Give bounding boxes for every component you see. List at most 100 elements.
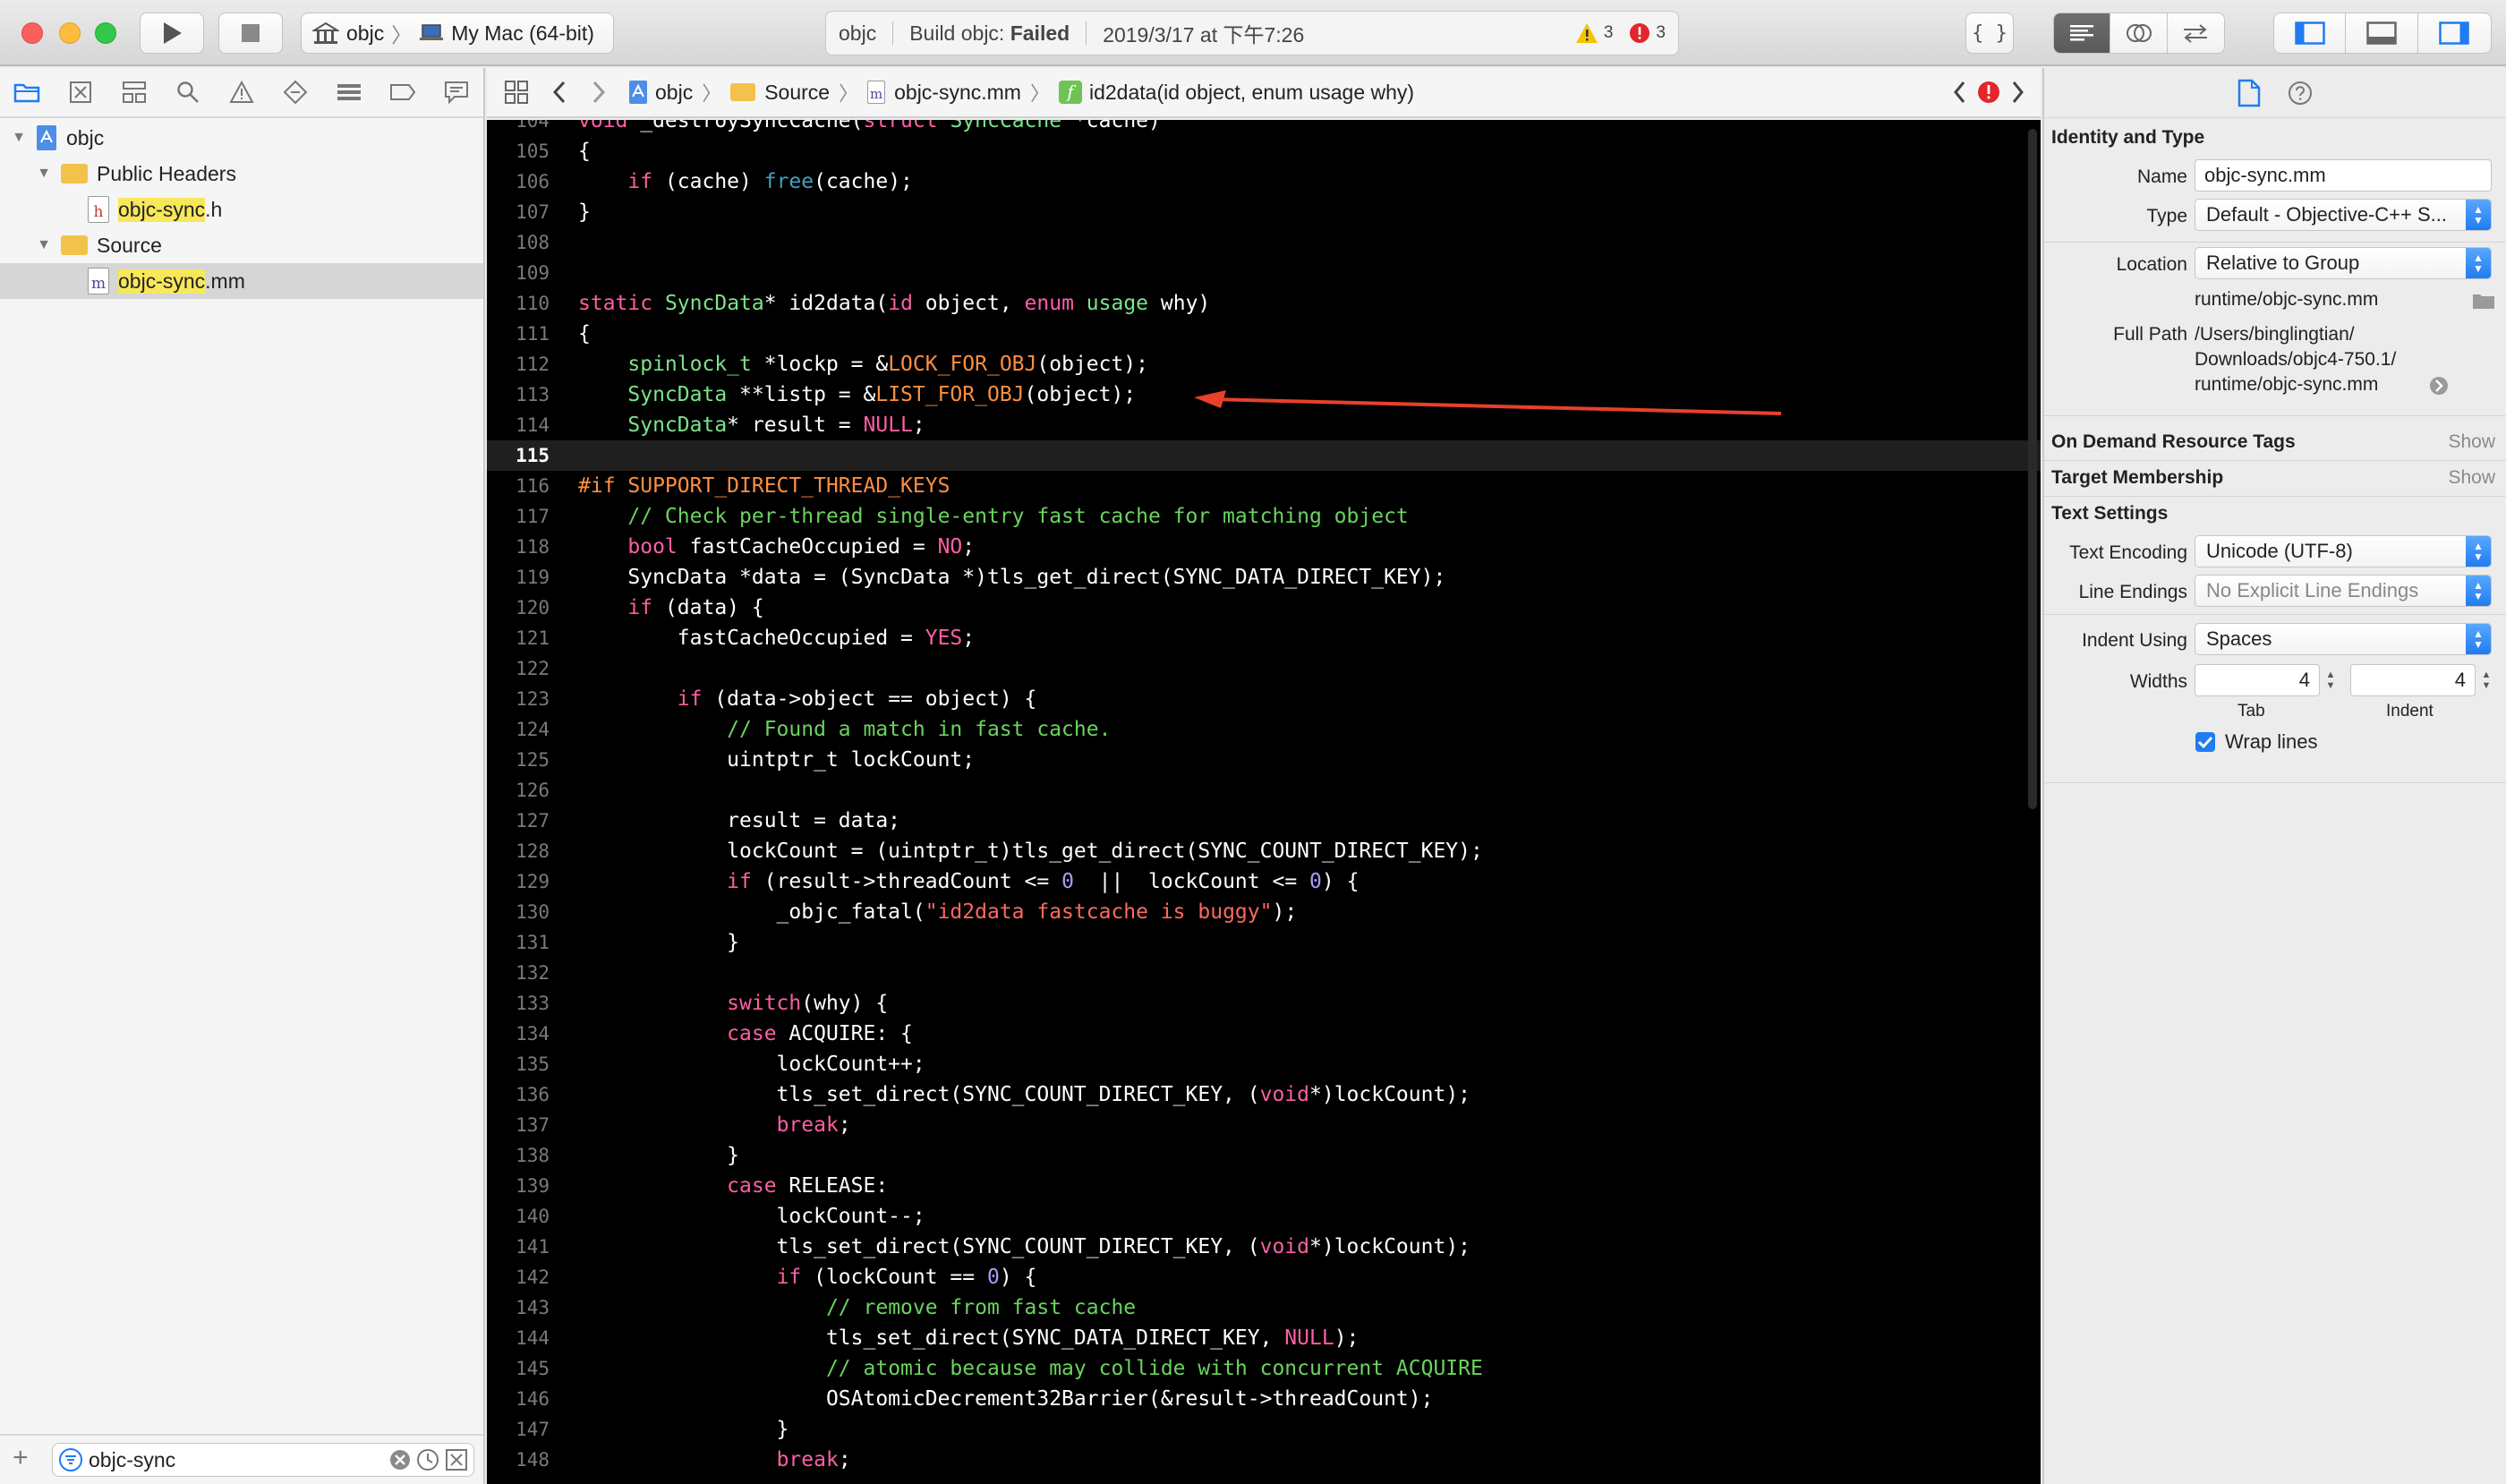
odr-show-button[interactable]: Show [2448,431,2495,453]
code-line[interactable]: 127 result = data; [487,806,2041,836]
code-line[interactable]: 140 lockCount--; [487,1201,2041,1232]
issue-navigator-tab[interactable] [215,67,268,117]
source-control-filter-icon[interactable] [445,1448,468,1471]
code-line[interactable]: 116 #if SUPPORT_DIRECT_THREAD_KEYS [487,471,2041,501]
indent-width-stepper[interactable]: ▲ ▼ [2479,665,2493,695]
code-line[interactable]: 109 [487,258,2041,288]
next-issue-icon[interactable] [2008,80,2026,105]
code-line[interactable]: 124 // Found a match in fast cache. [487,714,2041,745]
related-items-icon[interactable] [503,79,530,106]
editor-scrollbar[interactable] [2028,129,2037,809]
code-line[interactable]: 139 case RELEASE: [487,1171,2041,1201]
name-field[interactable]: objc-sync.mm [2195,159,2492,192]
error-indicator[interactable]: 3 [1629,22,1666,44]
indent-using-popup[interactable]: Spaces ▲ ▼ [2195,623,2492,655]
breadcrumb-group[interactable]: Source [730,81,830,105]
code-line[interactable]: 104 void _destroySyncCache(struct SyncCac… [487,120,2041,136]
tab-width-stepper[interactable]: ▲ ▼ [2323,665,2338,695]
disclosure-open-icon[interactable]: ▼ [34,237,54,253]
disclosure-open-icon[interactable]: ▼ [9,130,29,146]
location-popup[interactable]: Relative to Group ▲ ▼ [2195,247,2492,279]
filter-input[interactable]: objc-sync [52,1443,474,1477]
code-line[interactable]: 111 { [487,319,2041,349]
target-membership-show-button[interactable]: Show [2448,467,2495,489]
file-inspector-icon[interactable] [2238,79,2261,107]
code-line[interactable]: 129 if (result->threadCount <= 0 || lock… [487,866,2041,897]
encoding-popup[interactable]: Unicode (UTF-8) ▲ ▼ [2195,535,2492,567]
clear-filter-icon[interactable] [389,1449,411,1471]
disclosure-open-icon[interactable]: ▼ [34,166,54,182]
code-line[interactable]: 122 [487,653,2041,684]
tree-item-project[interactable]: ▼ objc [0,120,483,156]
wrap-lines-checkbox[interactable]: Wrap lines [2195,730,2318,754]
breadcrumb-project[interactable]: objc [628,80,693,105]
code-line[interactable]: 134 case ACQUIRE: { [487,1019,2041,1049]
breakpoint-navigator-tab[interactable] [376,67,430,117]
stop-button[interactable] [218,13,283,54]
help-icon[interactable] [2288,81,2313,106]
code-line[interactable]: 137 break; [487,1110,2041,1140]
code-line[interactable]: 128 lockCount = (uintptr_t)tls_get_direc… [487,836,2041,866]
scheme-selector[interactable]: objc 〉 My Mac (64-bit) [301,13,614,54]
code-line[interactable]: 135 lockCount++; [487,1049,2041,1079]
tree-item-group[interactable]: ▼ Public Headers [0,156,483,192]
code-line[interactable]: 110 static SyncData* id2data(id object, e… [487,288,2041,319]
tree-item-file-selected[interactable]: m objc-sync .mm [0,263,483,299]
forward-icon[interactable] [587,80,609,105]
code-line[interactable]: 143 // remove from fast cache [487,1292,2041,1323]
code-line[interactable]: 136 tls_set_direct(SYNC_COUNT_DIRECT_KEY… [487,1079,2041,1110]
tree-item-file[interactable]: h objc-sync .h [0,192,483,227]
code-line[interactable]: 141 tls_set_direct(SYNC_COUNT_DIRECT_KEY… [487,1232,2041,1262]
zoom-window-button[interactable] [95,22,116,44]
code-line[interactable]: 131 } [487,927,2041,958]
code-line[interactable]: 126 [487,775,2041,806]
breadcrumb-symbol[interactable]: f id2data(id object, enum usage why) [1058,81,1414,105]
code-line[interactable]: 112 spinlock_t *lockp = &LOCK_FOR_OBJ(ob… [487,349,2041,380]
code-line-current[interactable]: 115 [487,440,2041,471]
code-line[interactable]: 130 _objc_fatal("id2data fastcache is bu… [487,897,2041,927]
toggle-navigator-button[interactable] [2274,13,2347,53]
toggle-debug-area-button[interactable] [2346,13,2418,53]
assistant-editor-button[interactable] [2110,13,2168,53]
recent-files-icon[interactable] [416,1448,439,1471]
code-line[interactable]: 132 [487,958,2041,988]
tree-item-group[interactable]: ▼ Source [0,227,483,263]
code-line[interactable]: 133 switch(why) { [487,988,2041,1019]
choose-folder-icon[interactable] [2472,292,2495,310]
code-line[interactable]: 108 [487,227,2041,258]
breadcrumb-file[interactable]: m objc-sync.mm [867,81,1021,105]
source-control-navigator-tab[interactable] [54,67,107,117]
close-window-button[interactable] [21,22,43,44]
version-editor-button[interactable] [2168,13,2224,53]
toggle-inspector-button[interactable] [2418,13,2491,53]
code-line[interactable]: 123 if (data->object == object) { [487,684,2041,714]
type-popup[interactable]: Default - Objective-C++ S... ▲ ▼ [2195,199,2492,231]
source-editor[interactable]: 104 void _destroySyncCache(struct SyncCac… [487,120,2041,1484]
tab-width-field[interactable]: 4 [2195,664,2320,696]
indent-width-field[interactable]: 4 [2350,664,2476,696]
minimize-window-button[interactable] [59,22,81,44]
activity-viewer[interactable]: objc Build objc: Failed 2019/3/17 at 下午7… [825,11,1679,55]
project-navigator-tab[interactable] [0,67,54,117]
code-line[interactable]: 119 SyncData *data = (SyncData *)tls_get… [487,562,2041,593]
code-line[interactable]: 138 } [487,1140,2041,1171]
code-line[interactable]: 106 if (cache) free(cache); [487,166,2041,197]
code-line[interactable]: 142 if (lockCount == 0) { [487,1262,2041,1292]
find-navigator-tab[interactable] [161,67,215,117]
code-line[interactable]: 118 bool fastCacheOccupied = NO; [487,532,2041,562]
back-icon[interactable] [550,80,571,105]
code-line[interactable]: 117 // Check per-thread single-entry fas… [487,501,2041,532]
code-line[interactable]: 146 OSAtomicDecrement32Barrier(&result->… [487,1384,2041,1414]
code-line[interactable]: 144 tls_set_direct(SYNC_DATA_DIRECT_KEY,… [487,1323,2041,1353]
debug-navigator-tab[interactable] [322,67,376,117]
code-line[interactable]: 120 if (data) { [487,593,2041,623]
test-navigator-tab[interactable] [268,67,322,117]
report-navigator-tab[interactable] [430,67,483,117]
code-line[interactable]: 147 } [487,1414,2041,1445]
add-file-button[interactable]: + [13,1443,29,1473]
run-button[interactable] [140,13,204,54]
reveal-in-finder-icon[interactable] [2429,376,2449,396]
code-line[interactable]: 105 { [487,136,2041,166]
warning-indicator[interactable]: 3 [1575,22,1613,44]
line-endings-popup[interactable]: No Explicit Line Endings ▲ ▼ [2195,575,2492,607]
